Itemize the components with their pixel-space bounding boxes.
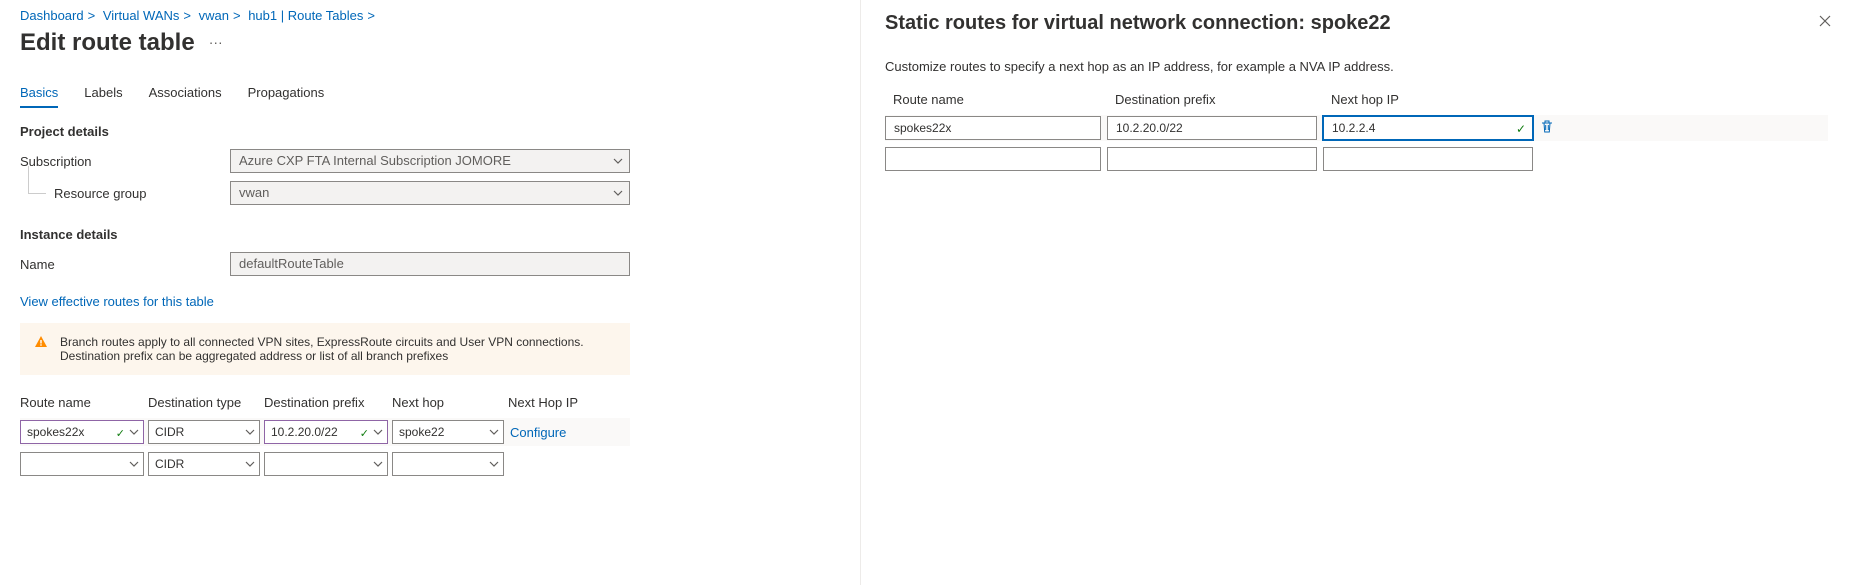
static-route-row: spokes22x 10.2.20.0/22 10.2.2.4 ✓ (885, 115, 1828, 141)
project-details-heading: Project details (20, 124, 840, 139)
name-value: defaultRouteTable (239, 256, 344, 271)
destination-type-select[interactable]: CIDR (148, 452, 260, 476)
route-name-input[interactable] (20, 452, 144, 476)
chevron-down-icon (373, 427, 383, 437)
static-route-prefix-input[interactable] (1107, 147, 1317, 171)
check-icon: ✓ (360, 425, 369, 443)
destination-type-select[interactable]: CIDR (148, 420, 260, 444)
breadcrumb: Dashboard> Virtual WANs> vwan> hub1 | Ro… (20, 8, 840, 23)
breadcrumb-item[interactable]: Virtual WANs (103, 8, 180, 23)
more-actions-button[interactable]: ··· (205, 30, 227, 54)
tab-associations[interactable]: Associations (149, 79, 222, 108)
banner-text: Branch routes apply to all connected VPN… (60, 335, 584, 363)
page-title: Edit route table (20, 29, 195, 57)
tabs: Basics Labels Associations Propagations (20, 79, 840, 108)
breadcrumb-item[interactable]: vwan (199, 8, 229, 23)
route-row: spokes22x ✓ CIDR 10.2.20.0/22 ✓ (20, 418, 630, 446)
chevron-down-icon (245, 459, 255, 469)
static-route-name-input[interactable] (885, 147, 1101, 171)
name-label: Name (20, 257, 230, 272)
view-effective-routes-link[interactable]: View effective routes for this table (20, 294, 214, 309)
route-name-input[interactable]: spokes22x ✓ (20, 420, 144, 444)
close-panel-button[interactable] (1818, 14, 1832, 31)
chevron-down-icon (613, 188, 623, 198)
destination-prefix-input[interactable] (264, 452, 388, 476)
breadcrumb-item[interactable]: hub1 | Route Tables (248, 8, 363, 23)
subscription-label: Subscription (20, 154, 230, 169)
subscription-select[interactable]: Azure CXP FTA Internal Subscription JOMO… (230, 149, 630, 173)
tab-labels[interactable]: Labels (84, 79, 122, 108)
resource-group-value: vwan (239, 185, 269, 200)
next-hop-select[interactable]: spoke22 (392, 420, 504, 444)
next-hop-select[interactable] (392, 452, 504, 476)
static-route-nexthopip-input[interactable] (1323, 147, 1533, 171)
destination-prefix-input[interactable]: 10.2.20.0/22 ✓ (264, 420, 388, 444)
tab-basics[interactable]: Basics (20, 79, 58, 108)
chevron-down-icon (489, 459, 499, 469)
chevron-down-icon (129, 459, 139, 469)
static-routes-header: Route name Destination prefix Next hop I… (885, 88, 1828, 115)
subscription-value: Azure CXP FTA Internal Subscription JOMO… (239, 153, 511, 168)
panel-title: Static routes for virtual network connec… (885, 12, 1828, 35)
resource-group-select[interactable]: vwan (230, 181, 630, 205)
chevron-down-icon (489, 427, 499, 437)
configure-next-hop-ip-link[interactable]: Configure (508, 425, 566, 440)
tab-propagations[interactable]: Propagations (248, 79, 325, 108)
chevron-down-icon (613, 156, 623, 166)
static-route-row (885, 147, 1828, 171)
instance-details-heading: Instance details (20, 227, 840, 242)
resource-group-label: Resource group (20, 186, 230, 201)
chevron-down-icon (245, 427, 255, 437)
name-input[interactable]: defaultRouteTable (230, 252, 630, 276)
route-row: CIDR (20, 452, 630, 476)
static-route-name-input[interactable]: spokes22x (885, 116, 1101, 140)
check-icon: ✓ (116, 425, 125, 443)
warning-icon (34, 335, 48, 352)
breadcrumb-item[interactable]: Dashboard (20, 8, 84, 23)
branch-routes-banner: Branch routes apply to all connected VPN… (20, 323, 630, 375)
panel-description: Customize routes to specify a next hop a… (885, 59, 1828, 74)
route-table-header: Route name Destination type Destination … (20, 395, 630, 410)
delete-row-button[interactable] (1539, 123, 1555, 138)
horizontal-scrollbar[interactable] (20, 482, 630, 497)
static-route-prefix-input[interactable]: 10.2.20.0/22 (1107, 116, 1317, 140)
chevron-down-icon (373, 459, 383, 469)
check-icon: ✓ (1516, 121, 1526, 137)
chevron-down-icon (129, 427, 139, 437)
static-route-nexthopip-input[interactable]: 10.2.2.4 ✓ (1323, 116, 1533, 140)
